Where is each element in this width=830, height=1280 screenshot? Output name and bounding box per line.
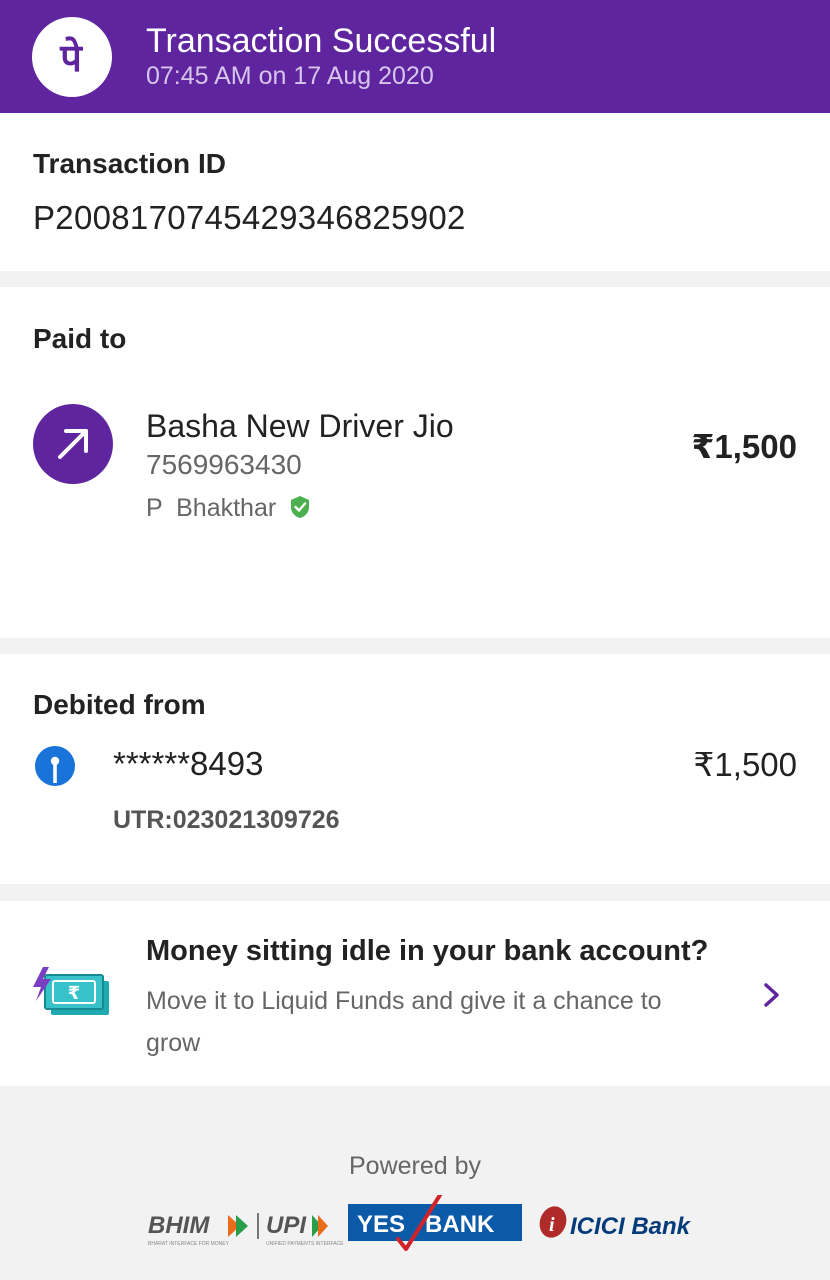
debited-from-card: Debited from ******8493 ₹1,500 UTR:02302…	[0, 654, 830, 884]
bhim-logo-text: BHIM	[148, 1212, 210, 1239]
verified-name-text: P Bhakthar	[146, 494, 277, 522]
icici-bank-logo: i ICICI Bank	[539, 1206, 692, 1240]
status-title: Transaction Successful	[146, 22, 497, 60]
upi-tagline: UNIFIED PAYMENTS INTERFACE	[266, 1241, 344, 1247]
debit-amount: ₹1,500	[693, 746, 797, 783]
transaction-id-value[interactable]: P2008170745429346825902	[33, 199, 466, 237]
powered-by-label: Powered by	[348, 1152, 482, 1180]
utr-number[interactable]: UTR:023021309726	[113, 806, 340, 835]
transaction-id-card: Transaction ID P2008170745429346825902	[0, 113, 830, 271]
svg-text:i: i	[549, 1214, 555, 1236]
promo-title: Money sitting idle in your bank account?	[146, 935, 709, 967]
bhim-upi-logo: BHIM UPI BHARAT INTERFACE FOR MONEY UNIF…	[148, 1212, 344, 1247]
icici-bank-text: ICICI Bank	[570, 1213, 692, 1240]
paid-amount: ₹1,500	[691, 428, 797, 465]
debited-from-label: Debited from	[33, 689, 206, 720]
verified-shield-icon	[291, 496, 310, 518]
promo-description: Move it to Liquid Funds and give it a ch…	[146, 987, 662, 1057]
phonepe-logo-text: पे	[59, 36, 83, 80]
payee-name[interactable]: Basha New Driver Jio	[146, 408, 454, 445]
bhim-tagline: BHARAT INTERFACE FOR MONEY	[148, 1241, 230, 1247]
payee-phone: 7569963430	[146, 449, 302, 480]
yes-bank-logo: YES BANK	[348, 1195, 522, 1251]
phonepe-logo-icon: पे	[32, 17, 112, 97]
status-timestamp: 07:45 AM on 17 Aug 2020	[146, 62, 434, 90]
transaction-status-header: पे Transaction Successful 07:45 AM on 17…	[0, 0, 830, 113]
transaction-id-label: Transaction ID	[33, 148, 226, 179]
phonepe-logo-glyph: पे	[59, 36, 83, 80]
upi-logo-text: UPI	[266, 1212, 307, 1239]
paid-to-card: Paid to Basha New Driver Jio 7569963430 …	[0, 287, 830, 638]
sbi-bank-icon	[35, 746, 75, 786]
chevron-right-icon[interactable]	[760, 981, 784, 1009]
paid-to-label: Paid to	[33, 323, 127, 354]
liquid-funds-promo-card[interactable]: ₹ Money sitting idle in your bank accoun…	[0, 901, 830, 1086]
partner-logos: BHIM UPI BHARAT INTERFACE FOR MONEY UNIF…	[148, 1195, 692, 1251]
payee-verified-name: P Bhakthar	[146, 494, 311, 523]
arrow-up-right-icon	[33, 404, 113, 484]
money-bolt-icon: ₹	[33, 967, 109, 1015]
svg-text:₹: ₹	[68, 983, 81, 1004]
arrow-up-right-glyph	[58, 429, 88, 459]
debit-account-number: ******8493	[113, 745, 264, 782]
